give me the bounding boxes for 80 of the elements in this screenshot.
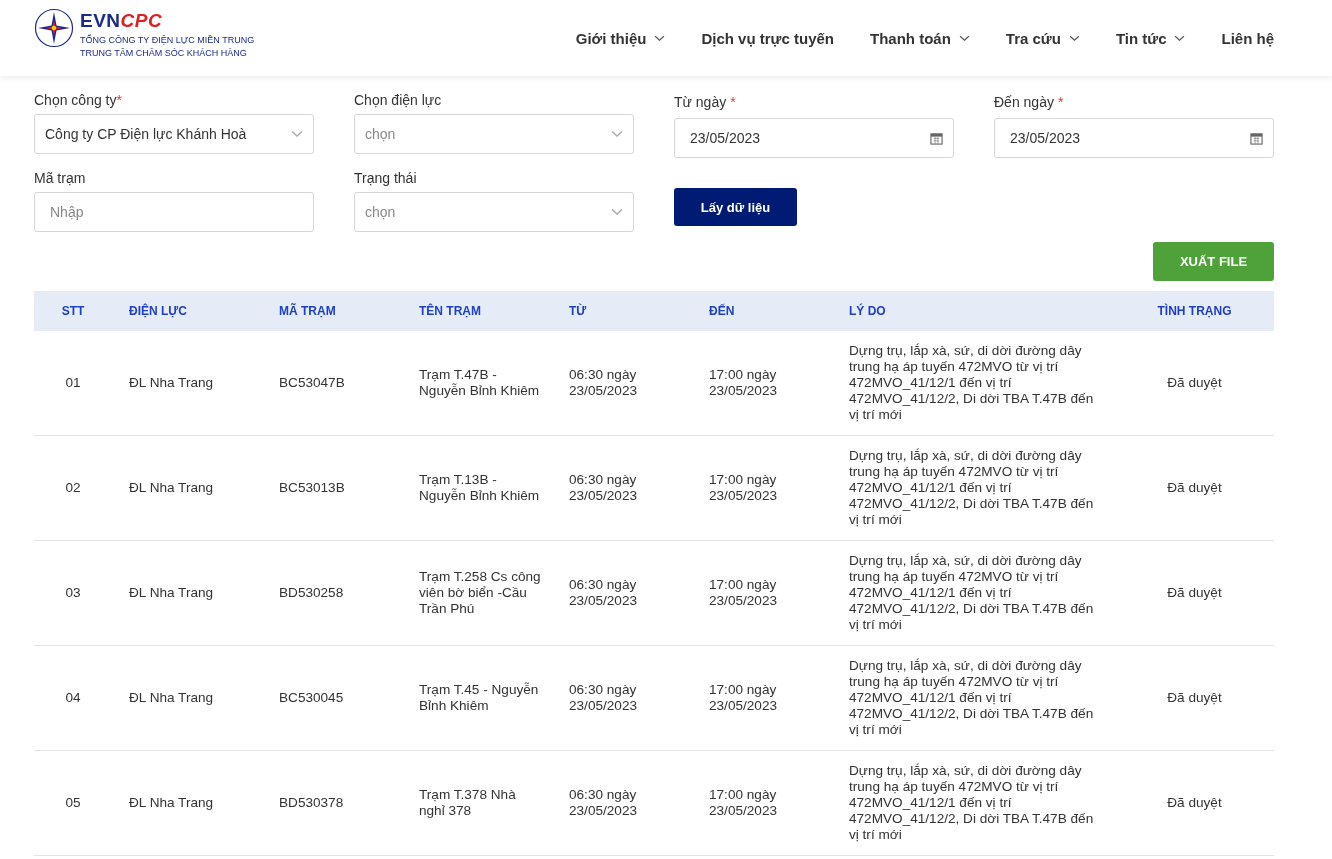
column-header: TỪ <box>568 304 588 318</box>
company-cell: ĐL Nha Trang <box>129 585 214 600</box>
end-time-cell: 17:00 ngày 23/05/2023 <box>709 787 778 818</box>
reason-cell: Dựng trụ, lắp xà, sứ, di dời đường dây trung hạ áp tuyến 472MVO từ vị trí 472MVO_41/12/1 đến vị trí 472MVO_41/12/2, Di dời TBA T.47B đến vị trí mới <box>849 658 1094 737</box>
station-name-cell: Trạm T.378 Nhà nghỉ 378 <box>419 787 516 818</box>
select-field[interactable]: chọn <box>354 114 634 154</box>
station-code-cell: BC530045 <box>279 690 344 705</box>
select-field[interactable]: chọn <box>354 192 634 232</box>
row-number: 01 <box>65 375 81 390</box>
column-header: STT <box>60 304 86 318</box>
reason-cell: Dựng trụ, lắp xà, sứ, di dời đường dây trung hạ áp tuyến 472MVO từ vị trí 472MVO_41/12/1 đến vị trí 472MVO_41/12/2, Di dời TBA T.47B đến vị trí mới <box>849 343 1094 422</box>
company-cell: ĐL Nha Trang <box>129 375 214 390</box>
station-code-cell: BC53013B <box>279 480 345 495</box>
input-field[interactable]: Nhập <box>34 192 314 232</box>
chevron-down-icon <box>654 34 666 42</box>
reason-cell: Dựng trụ, lắp xà, sứ, di dời đường dây trung hạ áp tuyến 472MVO từ vị trí 472MVO_41/12/1 đến vị trí 472MVO_41/12/2, Di dời TBA T.47B đến vị trí mới <box>849 763 1094 842</box>
center-name: TRUNG TÂM CHĂM SÓC KHÁCH HÀNG <box>80 47 248 60</box>
status-cell: Đã duyệt <box>1167 795 1222 810</box>
status-cell: Đã duyệt <box>1167 690 1222 705</box>
station-name-cell: Trạm T.45 - Nguyễn Bỉnh Khiêm <box>419 682 539 713</box>
start-time-cell: 06:30 ngày 23/05/2023 <box>569 472 638 503</box>
nav-link[interactable]: Giới thiệu <box>575 29 666 47</box>
end-time-cell: 17:00 ngày 23/05/2023 <box>709 472 778 503</box>
fetch-data-button[interactable]: Lấy dữ liệu <box>674 188 797 226</box>
chevron-down-icon <box>1174 34 1186 42</box>
start-time-cell: 06:30 ngày 23/05/2023 <box>569 682 638 713</box>
column-header: TÊN TRẠM <box>418 304 482 318</box>
nav-link[interactable]: Tin tức <box>1115 29 1186 47</box>
station-name-cell: Trạm T.47B - Nguyễn Bỉnh Khiêm <box>419 367 540 398</box>
row-number: 03 <box>65 585 81 600</box>
end-time-cell: 17:00 ngày 23/05/2023 <box>709 682 778 713</box>
chevron-down-icon <box>958 34 970 42</box>
reason-cell: Dựng trụ, lắp xà, sứ, di dời đường dây trung hạ áp tuyến 472MVO từ vị trí 472MVO_41/12/1 đến vị trí 472MVO_41/12/2, Di dời TBA T.47B đến vị trí mới <box>849 553 1094 632</box>
chevron-down-icon <box>291 130 303 138</box>
company-cell: ĐL Nha Trang <box>129 795 214 810</box>
calendar-icon <box>930 131 943 145</box>
column-header: ĐẾN <box>708 304 736 318</box>
company-cell: ĐL Nha Trang <box>129 690 214 705</box>
company-name: TỔNG CÔNG TY ĐIỆN LỰC MIỀN TRUNG <box>80 34 255 47</box>
status-cell: Đã duyệt <box>1167 585 1222 600</box>
station-name-cell: Trạm T.258 Cs công viên bờ biển -Cầu Trần Phú <box>419 569 541 616</box>
field-label: Mã trạm <box>34 170 87 186</box>
column-header: LÝ DO <box>848 304 887 318</box>
column-header: ĐIỆN LỰC <box>128 304 188 318</box>
station-code-cell: BD530378 <box>279 795 344 810</box>
field-label: Chọn công ty* <box>34 92 123 108</box>
select-field[interactable]: Công ty CP Điện lực Khánh Hoà <box>34 114 314 154</box>
chevron-down-icon <box>611 208 623 216</box>
field-label: Đến ngày * <box>994 94 1065 110</box>
row-number: 04 <box>65 690 81 705</box>
chevron-down-icon <box>1068 34 1080 42</box>
column-header: TÌNH TRẠNG <box>1156 304 1233 318</box>
nav-link[interactable]: Dịch vụ trực tuyến <box>701 29 834 47</box>
column-header: MÃ TRẠM <box>278 304 337 318</box>
start-time-cell: 06:30 ngày 23/05/2023 <box>569 577 638 608</box>
end-time-cell: 17:00 ngày 23/05/2023 <box>709 577 778 608</box>
calendar-icon <box>1250 131 1263 145</box>
date-field[interactable]: 23/05/2023 <box>994 118 1274 158</box>
start-time-cell: 06:30 ngày 23/05/2023 <box>569 367 638 398</box>
brand-name: EVNCPC <box>80 9 164 33</box>
star-logo-icon <box>34 8 74 48</box>
start-time-cell: 06:30 ngày 23/05/2023 <box>569 787 638 818</box>
field-label: Trạng thái <box>354 170 418 186</box>
nav-link[interactable]: Tra cứu <box>1005 29 1080 47</box>
nav-link[interactable]: Thanh toán <box>870 29 970 47</box>
company-cell: ĐL Nha Trang <box>129 480 214 495</box>
station-name-cell: Trạm T.13B - Nguyễn Bỉnh Khiêm <box>419 472 540 503</box>
field-label: Chọn điện lực <box>354 92 443 108</box>
nav-link[interactable]: Liên hệ <box>1221 29 1274 47</box>
status-cell: Đã duyệt <box>1167 480 1222 495</box>
station-code-cell: BD530258 <box>279 585 344 600</box>
row-number: 02 <box>65 480 81 495</box>
row-number: 05 <box>65 795 81 810</box>
status-cell: Đã duyệt <box>1167 375 1222 390</box>
field-label: Từ ngày * <box>674 94 737 110</box>
date-field[interactable]: 23/05/2023 <box>674 118 954 158</box>
chevron-down-icon <box>611 130 623 138</box>
end-time-cell: 17:00 ngày 23/05/2023 <box>709 367 778 398</box>
station-code-cell: BC53047B <box>279 375 345 390</box>
reason-cell: Dựng trụ, lắp xà, sứ, di dời đường dây trung hạ áp tuyến 472MVO từ vị trí 472MVO_41/12/1 đến vị trí 472MVO_41/12/2, Di dời TBA T.47B đến vị trí mới <box>849 448 1094 527</box>
